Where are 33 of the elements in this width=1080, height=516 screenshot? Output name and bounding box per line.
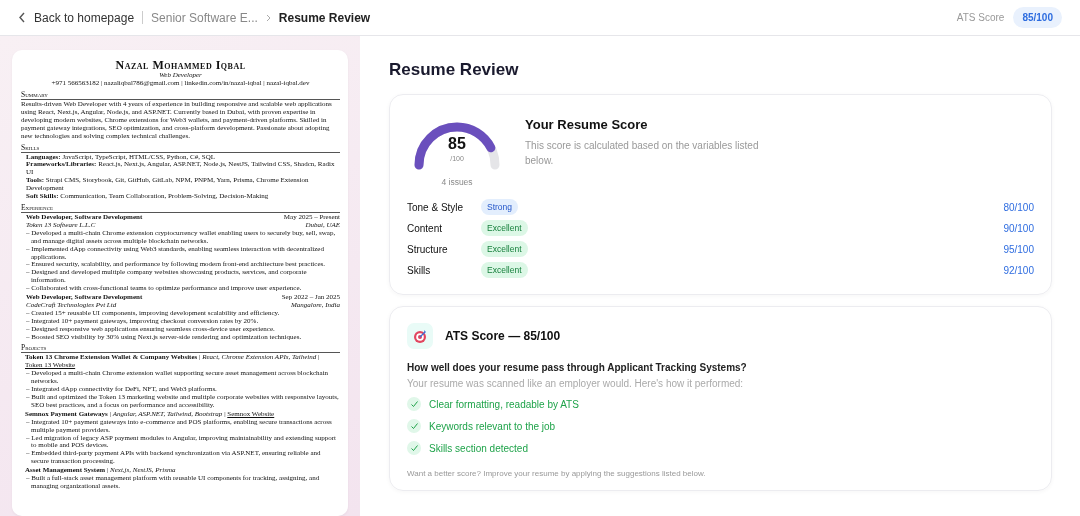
category-score: 90/100: [1003, 222, 1034, 234]
category-label: Structure: [407, 243, 449, 255]
ats-label: ATS Score: [956, 12, 1005, 23]
issues-count: 4 issues: [441, 177, 473, 187]
card-subtitle: This score is calculated based on the variables listed below.: [525, 139, 760, 168]
card-title: Your Resume Score: [525, 117, 649, 132]
ats-footer: Want a better score? Improve your resume by applying the suggestions listed below.: [407, 469, 1034, 478]
breadcrumb-link[interactable]: Senior Software E...: [151, 10, 258, 25]
chevron-right-icon: [265, 13, 271, 22]
rating-badge: Excellent: [481, 262, 528, 278]
resume-name: Nazal Mohammed Iqbal: [114, 59, 247, 73]
chevron-left-icon: [18, 12, 26, 23]
rating-badge: Strong: [481, 199, 519, 215]
ats-title: ATS Score — 85/100: [445, 329, 561, 343]
category-score: 95/100: [1003, 243, 1034, 255]
ats-question: How well does your resume pass through Applicant Tracking Systems?: [407, 362, 748, 373]
rating-badge: Excellent: [481, 241, 528, 257]
ats-intro: Your resume was scanned like an employer would. Here's how it performed:: [407, 378, 745, 389]
check-text: Clear formatting, readable by ATS: [429, 398, 579, 410]
category-label: Tone & Style: [407, 201, 465, 213]
score-value: 85: [447, 135, 467, 153]
category-score: 80/100: [1003, 201, 1034, 213]
page-title: Resume Review: [389, 60, 520, 80]
back-link[interactable]: Back to homepage: [18, 10, 135, 25]
category-score: 92/100: [1003, 264, 1034, 276]
check-text: Skills section detected: [429, 442, 528, 454]
target-icon: [407, 323, 433, 349]
check-text: Keywords relevant to the job: [429, 420, 556, 432]
rating-badge: Excellent: [481, 220, 528, 236]
breadcrumb-current: Resume Review: [278, 10, 371, 25]
category-label: Skills: [407, 264, 432, 276]
ats-score-badge: 85/100: [1013, 7, 1062, 28]
category-label: Content: [407, 222, 444, 234]
